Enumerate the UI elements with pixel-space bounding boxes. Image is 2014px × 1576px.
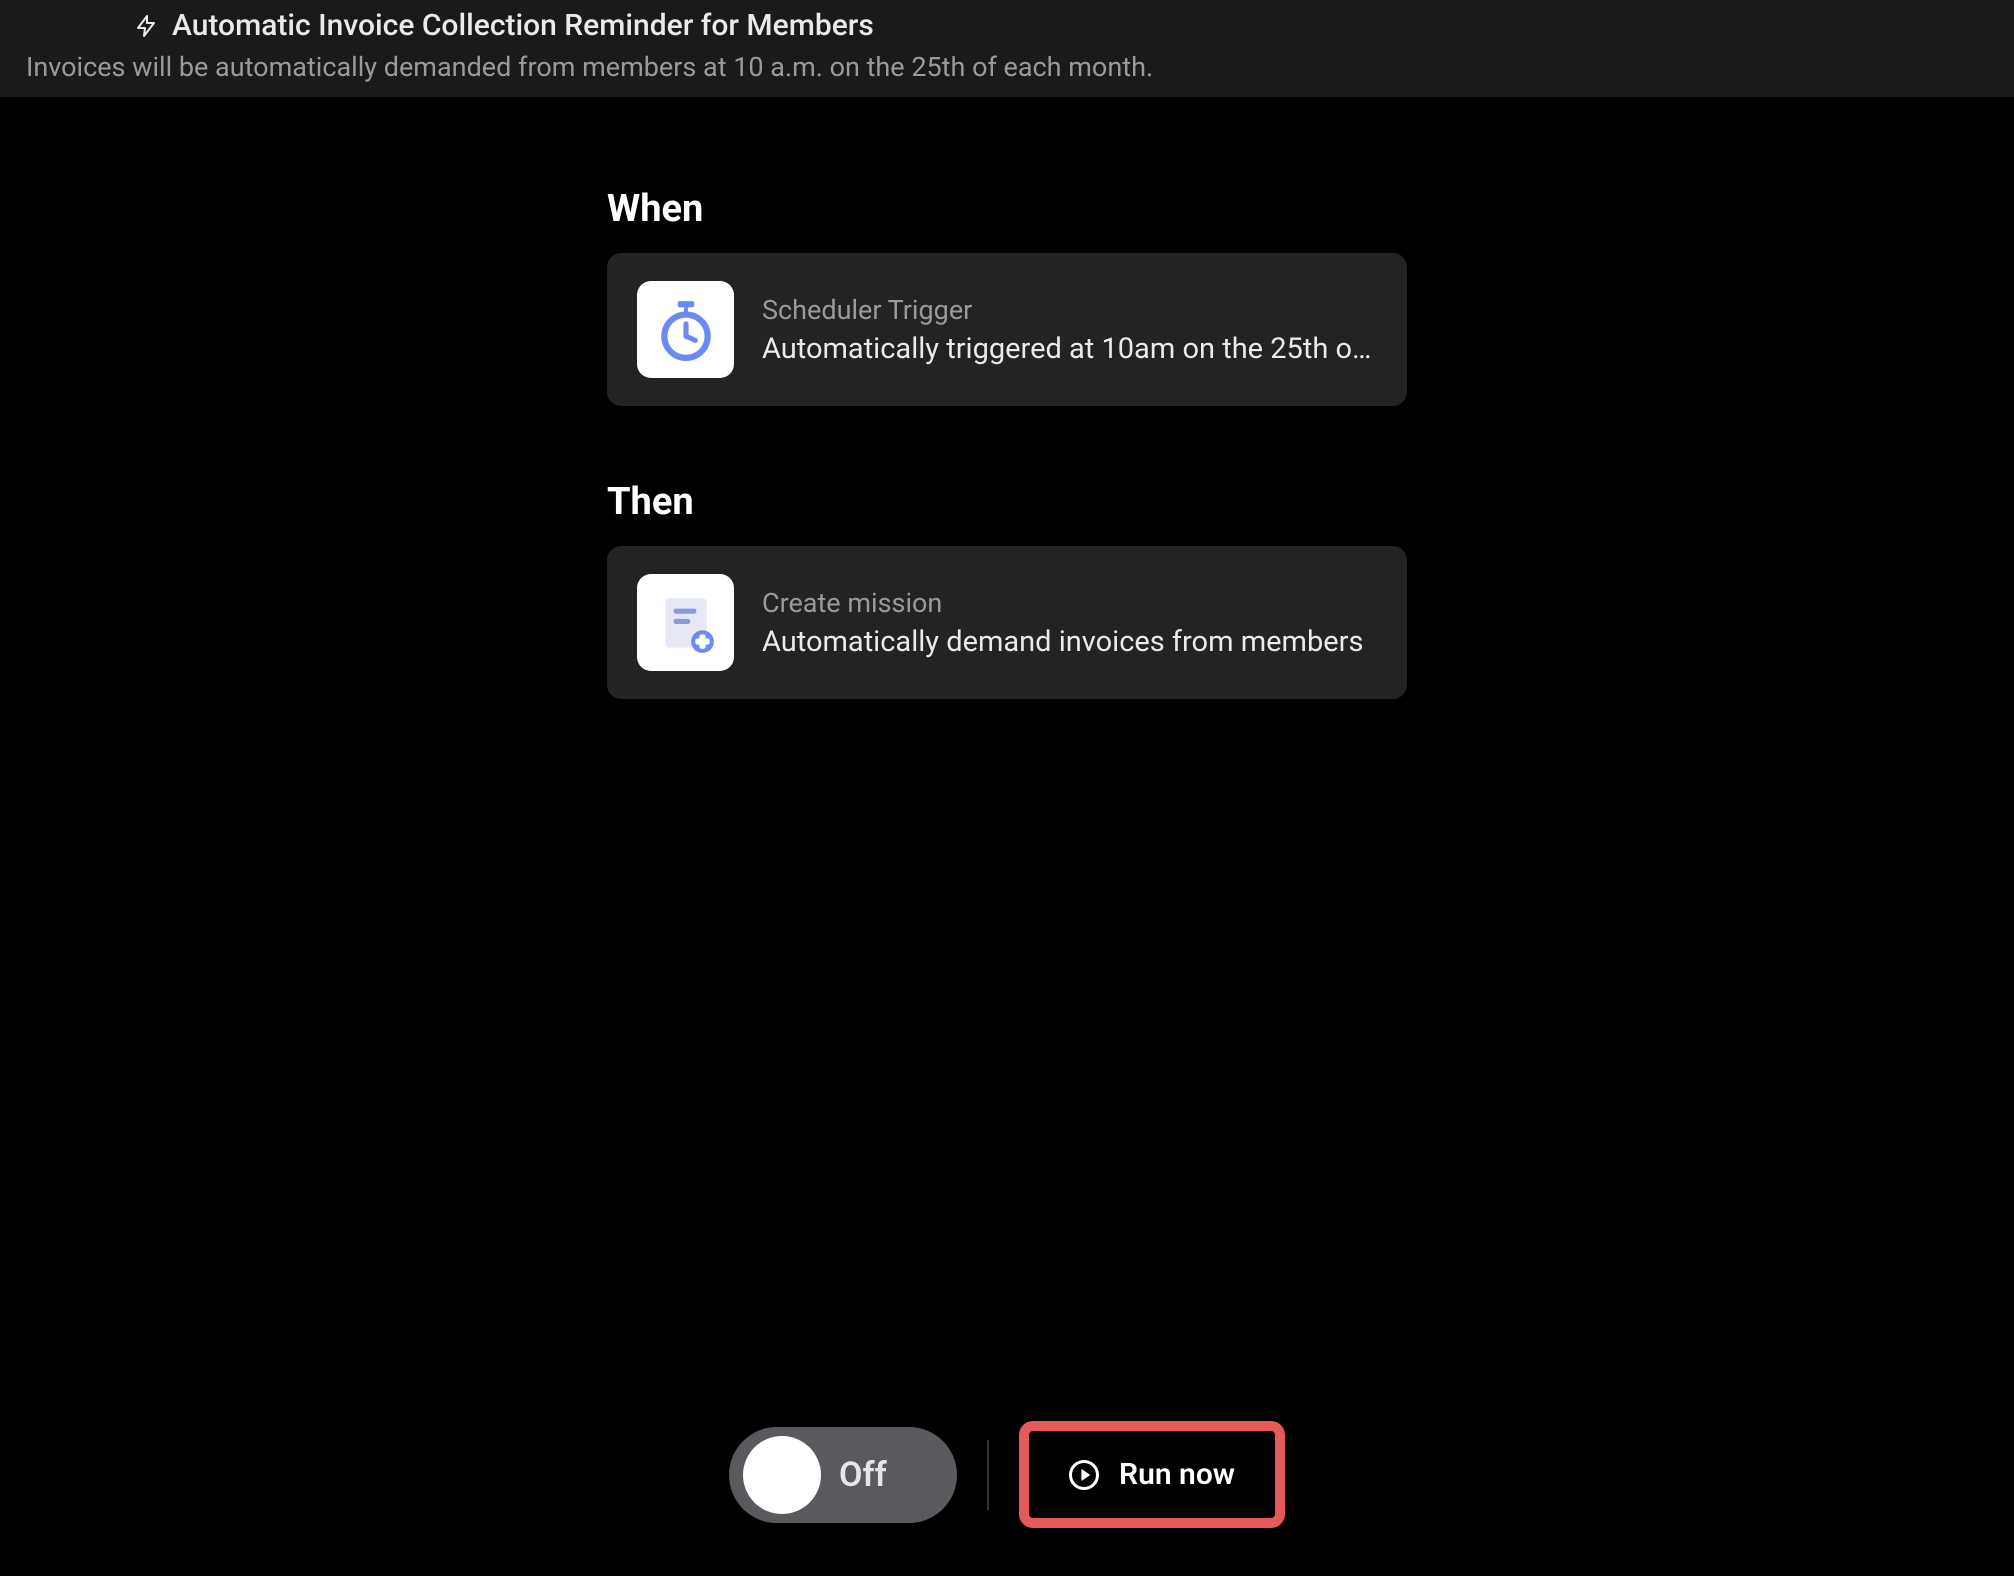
- vertical-divider: [987, 1440, 989, 1510]
- header-title-row: Automatic Invoice Collection Reminder fo…: [134, 8, 1988, 43]
- action-card[interactable]: Create mission Automatically demand invo…: [607, 546, 1407, 699]
- bolt-icon: [134, 14, 158, 38]
- section-label-when: When: [607, 187, 1407, 231]
- document-plus-icon: [637, 574, 734, 671]
- stopwatch-icon: [637, 281, 734, 378]
- action-card-description: Automatically demand invoices from membe…: [762, 625, 1377, 659]
- header-bar: Automatic Invoice Collection Reminder fo…: [0, 0, 2014, 97]
- toggle-knob: [743, 1436, 821, 1514]
- toggle-label: Off: [839, 1455, 887, 1495]
- section-label-then: Then: [607, 480, 1407, 524]
- page-subtitle: Invoices will be automatically demanded …: [26, 51, 1988, 83]
- trigger-card-description: Automatically triggered at 10am on the 2…: [762, 332, 1377, 366]
- trigger-card[interactable]: Scheduler Trigger Automatically triggere…: [607, 253, 1407, 406]
- trigger-card-label: Scheduler Trigger: [762, 294, 1377, 326]
- run-now-highlight: Run now: [1019, 1421, 1285, 1528]
- run-now-label: Run now: [1119, 1457, 1235, 1492]
- footer-controls: Off Run now: [0, 1421, 2014, 1528]
- page-title: Automatic Invoice Collection Reminder fo…: [172, 8, 874, 43]
- content-area: When Scheduler Trigger Automatically tri…: [0, 97, 2014, 773]
- action-card-label: Create mission: [762, 587, 1377, 619]
- run-now-button[interactable]: Run now: [1069, 1457, 1235, 1492]
- automation-toggle[interactable]: Off: [729, 1427, 957, 1523]
- play-circle-icon: [1069, 1460, 1099, 1490]
